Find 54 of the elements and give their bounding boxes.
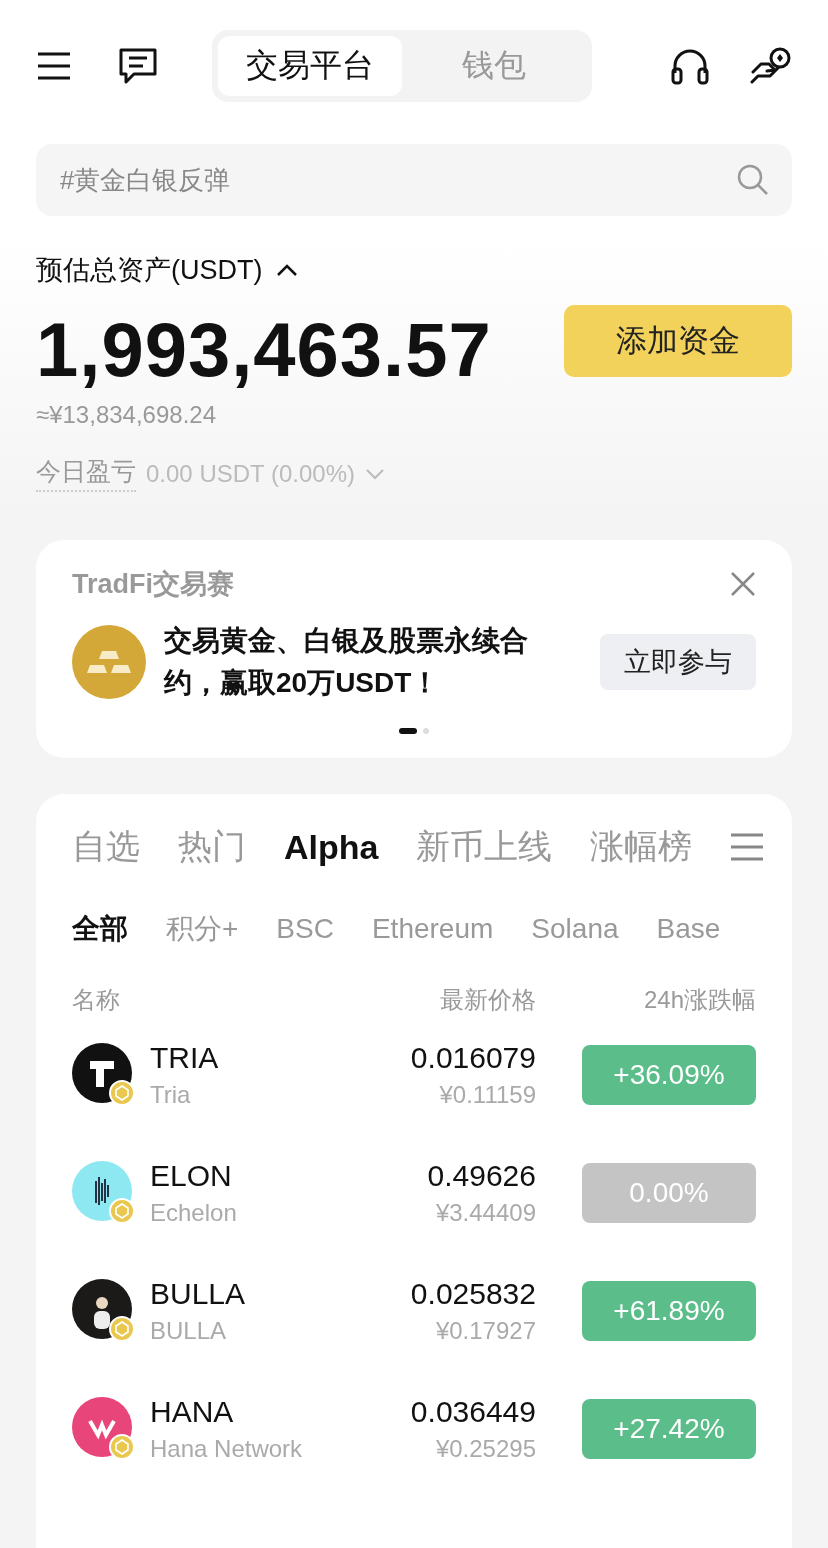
promo-message: 交易黄金、白银及股票永续合约，赢取20万USDT！ — [164, 624, 529, 700]
token-symbol: BULLA — [150, 1277, 247, 1311]
hand-coin-icon[interactable] — [750, 46, 792, 86]
market-tab[interactable]: Alpha — [284, 827, 379, 867]
token-price: 0.036449 — [409, 1395, 536, 1429]
token-symbol: TRIA — [150, 1041, 220, 1075]
assets-label: 预估总资产(USDT) — [36, 254, 263, 287]
chain-filter[interactable]: BSC — [276, 910, 334, 948]
fiat-price: ¥3.44409 — [434, 1199, 536, 1227]
token-price: 0.025832 — [409, 1277, 536, 1311]
chain-filter[interactable]: Solana — [531, 910, 619, 948]
token-name: BULLA — [150, 1317, 228, 1345]
fiat-price: ¥0.11159 — [438, 1081, 536, 1109]
chain-filter[interactable]: 全部 — [72, 910, 128, 948]
pnl-label: 今日盈亏 — [36, 455, 136, 492]
market-tab[interactable]: 涨幅榜 — [590, 824, 693, 870]
token-symbol: ELON — [150, 1159, 233, 1193]
search-icon[interactable] — [736, 163, 770, 197]
menu-icon[interactable] — [36, 51, 72, 81]
search-field[interactable]: #黄金白银反弹 — [36, 144, 792, 216]
headset-icon[interactable] — [670, 47, 710, 85]
fiat-price: ¥0.25295 — [434, 1435, 536, 1463]
add-funds-button[interactable]: 添加资金 — [564, 304, 792, 377]
token-name: Hana Network — [150, 1435, 304, 1463]
pnl-value: 0.00 USDT (0.00%) — [146, 459, 355, 488]
ingots-icon — [72, 625, 146, 699]
market-tab[interactable]: 热门 — [178, 824, 246, 870]
column-header: 最新价格 — [439, 985, 536, 1015]
market-tab[interactable]: 新币上线 — [416, 824, 553, 870]
token-price: 0.49626 — [426, 1159, 536, 1193]
caret-up-icon[interactable] — [276, 263, 299, 277]
chain-filter[interactable]: Base — [656, 910, 721, 948]
token-name: Tria — [150, 1081, 192, 1109]
column-header: 24h涨跌幅 — [642, 985, 756, 1015]
chain-filter[interactable]: 积分+ — [166, 910, 239, 948]
token-name: Echelon — [150, 1199, 238, 1227]
market-tab[interactable]: 自选 — [72, 824, 140, 870]
chat-icon[interactable] — [118, 47, 158, 85]
join-button[interactable]: 立即参与 — [600, 634, 756, 690]
fiat-price: ¥0.17927 — [434, 1317, 536, 1345]
change-badge: 0.00% — [582, 1163, 756, 1223]
change-badge: +61.89% — [582, 1281, 756, 1341]
chain-filter[interactable]: Ethereum — [371, 910, 494, 948]
close-icon[interactable] — [730, 571, 756, 597]
column-header: 名称 — [72, 985, 121, 1015]
token-price: 0.016079 — [409, 1041, 536, 1075]
tab[interactable]: 钱包 — [402, 36, 586, 96]
change-badge: +27.42% — [582, 1399, 756, 1459]
promo-title: TradFi交易赛 — [72, 568, 234, 601]
token-symbol: HANA — [150, 1395, 235, 1429]
total-balance: 1,993,463.57 — [36, 306, 493, 393]
change-badge: +36.09% — [582, 1045, 756, 1105]
fiat-balance: ≈¥13,834,698.24 — [36, 401, 217, 429]
tab[interactable]: 交易平台 — [218, 36, 402, 96]
